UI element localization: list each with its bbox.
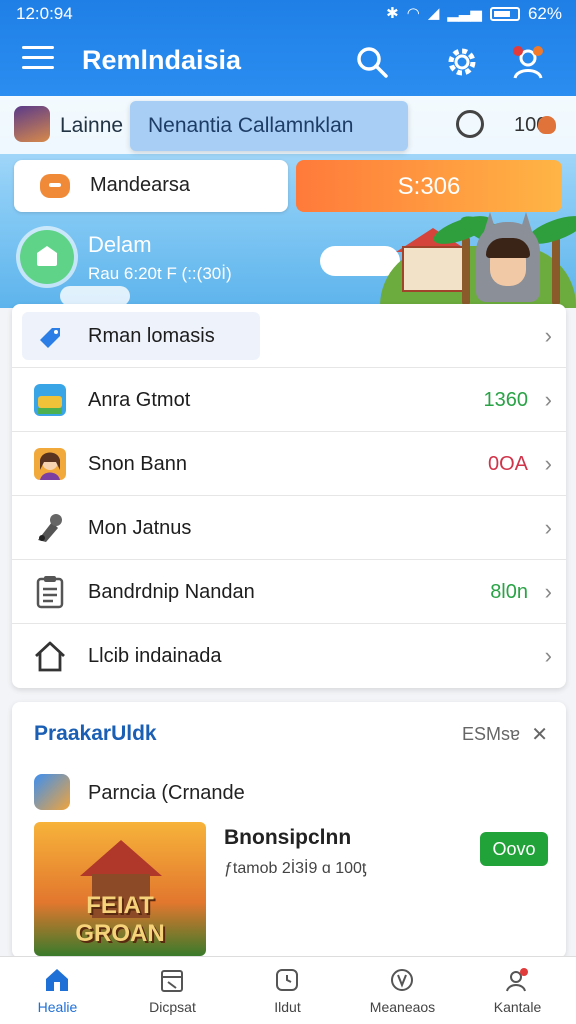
tag-icon	[40, 328, 60, 348]
list-item-value: 1360	[483, 389, 529, 411]
balance-value: S:306	[397, 173, 461, 200]
list-item[interactable]: Rman lomasis ›	[12, 304, 566, 368]
list-item-label: Bandrdnip Nandan	[88, 581, 255, 603]
balance-button[interactable]: S:306	[296, 160, 562, 212]
temple-roof-illustration	[80, 840, 162, 876]
tools-icon	[38, 514, 62, 542]
list-item-label: Mon Jatnus	[88, 517, 192, 539]
close-icon[interactable]: ✕	[531, 722, 548, 747]
chevron-right-icon: ›	[544, 579, 552, 604]
list-item[interactable]: Anra Gtmot 1360 ›	[12, 368, 566, 432]
menu-line-icon	[22, 56, 54, 59]
signal-icon: ▂▃▅	[447, 5, 482, 22]
nav-home[interactable]: Healie	[0, 957, 115, 1024]
list-item-label: Rman lomasis	[88, 325, 215, 347]
game-thumbnail[interactable]: FEIAT GROAN	[34, 822, 206, 956]
home-icon	[46, 969, 68, 991]
nav-label: Kantale	[493, 999, 542, 1015]
mode-chip[interactable]: Nenantia Callamnklan	[130, 101, 408, 151]
wifi-icon: ◠	[406, 5, 420, 22]
user-name: Lainne	[60, 114, 124, 137]
avatar[interactable]	[14, 106, 50, 142]
game-icon	[34, 384, 66, 416]
fox-icon	[538, 116, 556, 134]
bottom-nav: Healie Dicpsat Ildut Meaneaos Kantale	[0, 956, 576, 1024]
promo-label[interactable]: Parncia (Crnande	[88, 782, 245, 805]
palm-trunk	[552, 236, 560, 306]
mode-card-label: Mandearsa	[90, 174, 191, 196]
avatar-icon	[34, 448, 66, 480]
profile-row: Lainne Nenantia Callamnklan 100	[0, 96, 576, 154]
house-illustration	[402, 246, 464, 292]
list-item[interactable]: Llcib indainada ›	[12, 624, 566, 688]
nav-label: Ildut	[274, 999, 301, 1015]
palm-trunk	[462, 236, 470, 306]
nav-messages[interactable]: Meaneaos	[345, 957, 460, 1024]
status-circle-icon[interactable]	[456, 110, 484, 138]
app-bar: Remlndaisia	[0, 36, 576, 88]
cloud-decoration	[60, 286, 130, 306]
calendar-icon	[161, 970, 183, 992]
status-bar: 12:0:94 ✱ ◠ ◢ ▂▃▅ 62%	[0, 0, 576, 28]
location-icon: ◢	[427, 5, 440, 22]
character-illustration	[472, 212, 544, 308]
nav-label: Meaneaos	[369, 999, 436, 1015]
list-item-value: 8l0n	[490, 581, 528, 603]
cloud-decoration	[320, 246, 400, 276]
battery-percent: 62%	[527, 4, 562, 23]
list-item-label: Snon Bann	[88, 453, 187, 475]
game-meta: ƒtamob 2İ3İ9 ɑ 100ƫ	[224, 860, 367, 877]
open-button-label: Oovo	[492, 839, 536, 859]
search-icon[interactable]	[354, 44, 390, 80]
nav-label: Dicpsat	[149, 999, 196, 1015]
nav-ildut[interactable]: Ildut	[230, 957, 345, 1024]
thumbnail-title: FEIAT GROAN	[75, 892, 165, 947]
chevron-right-icon: ›	[544, 643, 552, 668]
bluetooth-icon: ✱	[386, 5, 399, 22]
menu-line-icon	[22, 66, 54, 69]
list-item-label: Anra Gtmot	[88, 389, 191, 411]
news-card: PraakarUldk ESMsɐ ✕ Parncia (Crnande FEI…	[12, 702, 566, 958]
list-item-label: Llcib indainada	[88, 645, 222, 667]
chevron-right-icon: ›	[544, 387, 552, 412]
nav-dispatch[interactable]: Dicpsat	[115, 957, 230, 1024]
gear-icon[interactable]	[444, 44, 480, 80]
house-badge-icon[interactable]	[20, 230, 74, 284]
banner-title: Delam	[88, 232, 152, 257]
promo-banner: Lainne Nenantia Callamnklan 100 Mandears…	[0, 96, 576, 308]
profile-alert-icon[interactable]	[510, 44, 546, 80]
app-title: Remlndaisia	[82, 45, 242, 75]
banner-subtitle: Rau 6:20t F (::(30İ)	[88, 264, 232, 283]
mode-card[interactable]: Mandearsa	[14, 160, 288, 212]
profile-icon	[506, 968, 528, 992]
globe-icon	[391, 969, 413, 991]
status-time: 12:0:94	[16, 4, 73, 23]
chevron-right-icon: ›	[544, 451, 552, 476]
mode-chip-label: Nenantia Callamnklan	[148, 114, 354, 137]
game-title[interactable]: Bnonsipclnn	[224, 826, 351, 850]
menu-line-icon	[22, 46, 54, 49]
nav-label: Healie	[37, 999, 78, 1015]
promo-app-icon[interactable]	[34, 774, 70, 810]
list-item[interactable]: Snon Bann 0OA ›	[12, 432, 566, 496]
chevron-right-icon: ›	[544, 323, 552, 348]
clipboard-icon	[36, 576, 64, 609]
home-icon	[35, 641, 65, 672]
nav-profile[interactable]: Kantale	[460, 957, 575, 1024]
hamburger-menu-button[interactable]	[22, 46, 54, 74]
list-item-value: 0OA	[487, 453, 528, 475]
list-item[interactable]: Mon Jatnus ›	[12, 496, 566, 560]
news-title: PraakarUldk	[34, 722, 157, 745]
battery-icon	[489, 7, 520, 21]
status-icons: ✱ ◠ ◢ ▂▃▅ 62%	[386, 4, 562, 24]
gamepad-icon	[40, 174, 70, 198]
list-item[interactable]: Bandrdnip Nandan 8l0n ›	[12, 560, 566, 624]
menu-list: Rman lomasis › Anra Gtmot 1360 › Snon Ba…	[12, 304, 566, 688]
open-button[interactable]: Oovo	[480, 832, 548, 866]
chevron-right-icon: ›	[544, 515, 552, 540]
clock-icon	[276, 969, 298, 991]
top-bar: 12:0:94 ✱ ◠ ◢ ▂▃▅ 62% Remlndaisia	[0, 0, 576, 96]
news-tag: ESMsɐ	[461, 724, 520, 744]
